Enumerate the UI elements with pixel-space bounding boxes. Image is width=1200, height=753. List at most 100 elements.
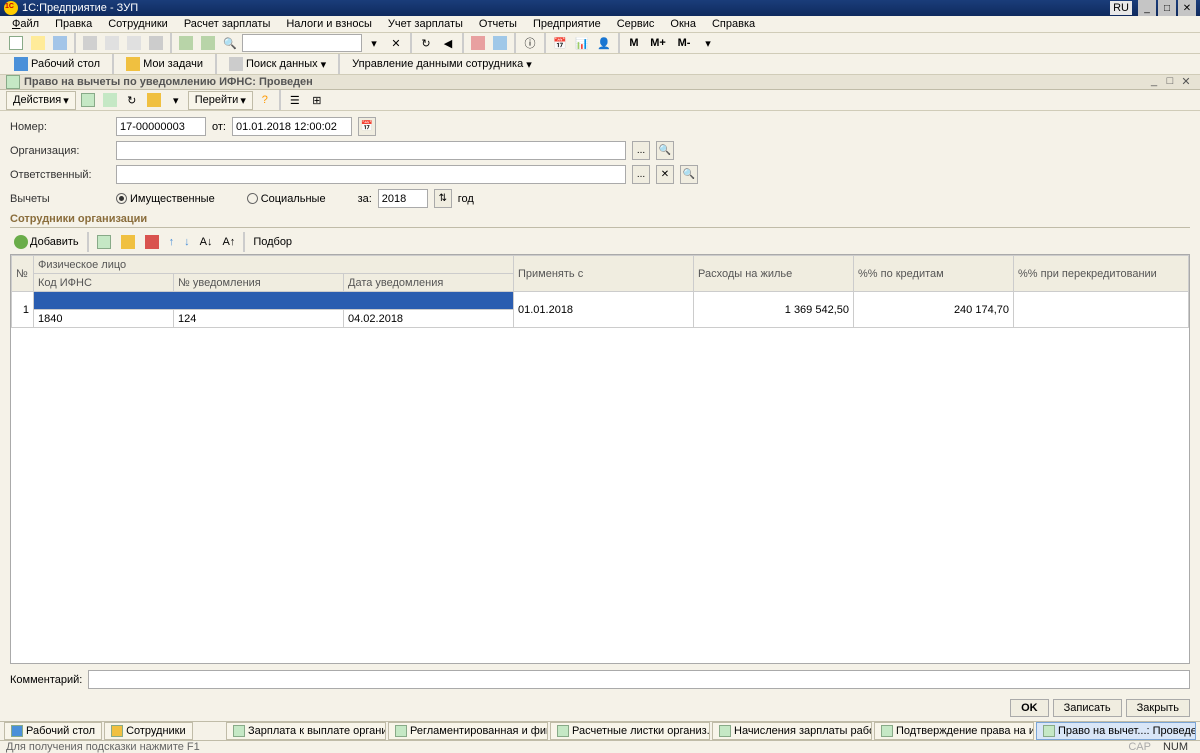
cell-apply-from[interactable]: 01.01.2018 [514,292,694,328]
back-icon[interactable]: ◀ [438,33,458,53]
expand-icon[interactable]: ⊞ [307,90,327,110]
move-down-icon[interactable]: ↓ [180,234,194,250]
comment-field[interactable] [88,670,1190,689]
col-housing[interactable]: Расходы на жилье [694,256,854,292]
menu-reports[interactable]: Отчеты [473,16,523,32]
date-field[interactable]: 01.01.2018 12:00:02 [232,117,352,136]
year-spinner-icon[interactable]: ⇅ [434,189,452,208]
task-regulated[interactable]: Регламентированная и фин... [388,722,548,740]
paste-icon[interactable] [124,33,144,53]
doc-minimize-button[interactable]: _ [1146,75,1162,89]
goto-button[interactable]: Перейти▾ [188,91,253,110]
select-button[interactable]: Подбор [249,234,296,250]
cell-notif-num[interactable]: 124 [174,310,344,328]
close-button[interactable]: Закрыть [1126,699,1190,717]
sort-asc-icon[interactable]: A↓ [196,234,217,250]
number-field[interactable]: 17-00000003 [116,117,206,136]
copy-icon[interactable] [102,33,122,53]
user-icon[interactable]: 👤 [594,33,614,53]
search-dropdown-icon[interactable]: ▾ [364,33,384,53]
menu-accounting[interactable]: Учет зарплаты [382,16,469,32]
save-button[interactable]: Записать [1053,699,1122,717]
table-row[interactable]: 1 01.01.2018 1 369 542,50 240 174,70 [12,292,1189,310]
col-notif-num[interactable]: № уведомления [174,274,344,292]
menu-windows[interactable]: Окна [664,16,702,32]
edit-row-icon[interactable] [117,233,139,251]
col-recredit-pct[interactable]: %% при перекредитовании [1014,256,1189,292]
new-icon[interactable] [6,33,26,53]
minimize-button[interactable]: _ [1138,0,1156,16]
menu-salary[interactable]: Расчет зарплаты [178,16,277,32]
cell-notif-date[interactable]: 04.02.2018 [344,310,514,328]
col-ifns-code[interactable]: Код ИФНС [34,274,174,292]
ok-button[interactable]: OK [1010,699,1049,717]
menu-service[interactable]: Сервис [611,16,661,32]
move-up-icon[interactable]: ↑ [165,234,179,250]
menu-edit[interactable]: Правка [49,16,98,32]
close-search-icon[interactable]: ✕ [386,33,406,53]
memory-mminus[interactable]: M- [672,33,696,53]
radio-property[interactable]: Имущественные [116,193,215,205]
restore-button[interactable]: □ [1158,0,1176,16]
col-credit-pct[interactable]: %% по кредитам [854,256,1014,292]
close-button[interactable]: ✕ [1178,0,1196,16]
language-indicator[interactable]: RU [1110,1,1132,15]
actions-button[interactable]: Действия▾ [6,91,76,110]
tree-icon[interactable]: ▾ [166,90,186,110]
col-apply-from[interactable]: Применять с [514,256,694,292]
save-doc-icon[interactable] [100,90,120,110]
memory-m[interactable]: M [624,33,644,53]
cell-recredit-pct[interactable] [1014,292,1189,328]
panel1-icon[interactable] [468,33,488,53]
refresh-doc-icon[interactable]: ↻ [122,90,142,110]
menu-file[interactable]: Файл [6,16,45,32]
delete-row-icon[interactable] [141,233,163,251]
task-confirmation[interactable]: Подтверждение права на и... [874,722,1034,740]
add-row-button[interactable]: Добавить [10,233,83,251]
menu-employees[interactable]: Сотрудники [102,16,174,32]
task-desktop[interactable]: Рабочий стол [4,722,102,740]
doc-close-button[interactable]: ✕ [1178,75,1194,89]
panel2-icon[interactable] [490,33,510,53]
toolbar-search-input[interactable] [242,34,362,52]
copy-row-icon[interactable] [93,233,115,251]
task-payroll[interactable]: Зарплата к выплате органи... [226,722,386,740]
col-person[interactable]: Физическое лицо [34,256,514,274]
cell-credit-pct[interactable]: 240 174,70 [854,292,1014,328]
cell-housing[interactable]: 1 369 542,50 [694,292,854,328]
responsible-search-icon[interactable]: 🔍 [680,165,698,184]
post-icon[interactable] [78,90,98,110]
responsible-select-button[interactable]: ... [632,165,650,184]
tab-employee-data[interactable]: Управление данными сотрудника▾ [344,55,540,74]
list-icon[interactable]: ☰ [285,90,305,110]
col-num[interactable]: № [12,256,34,292]
task-deduction-right[interactable]: Право на вычет...: Проведен [1036,722,1196,740]
undo-icon[interactable] [176,33,196,53]
radio-social[interactable]: Социальные [247,193,326,205]
tab-search[interactable]: Поиск данных▾ [221,54,334,74]
responsible-field[interactable] [116,165,626,184]
cell-person[interactable] [34,292,514,310]
tool-dropdown-icon[interactable]: ▾ [698,33,718,53]
task-payslips[interactable]: Расчетные листки организ... [550,722,710,740]
task-accruals[interactable]: Начисления зарплаты рабо... [712,722,872,740]
org-field[interactable] [116,141,626,160]
structure-icon[interactable] [144,90,164,110]
responsible-clear-icon[interactable]: ✕ [656,165,674,184]
save-icon[interactable] [50,33,70,53]
calendar-icon[interactable]: 📊 [572,33,592,53]
task-employees[interactable]: Сотрудники [104,722,193,740]
doc-restore-button[interactable]: □ [1162,75,1178,89]
org-select-button[interactable]: ... [632,141,650,160]
year-field[interactable]: 2018 [378,189,428,208]
memory-mplus[interactable]: M+ [646,33,670,53]
cut-icon[interactable] [80,33,100,53]
calendar-picker-icon[interactable]: 📅 [358,117,376,136]
tab-desktop[interactable]: Рабочий стол [6,54,108,74]
open-icon[interactable] [28,33,48,53]
calc-icon[interactable]: 📅 [550,33,570,53]
menu-taxes[interactable]: Налоги и взносы [280,16,378,32]
employees-grid[interactable]: № Физическое лицо Применять с Расходы на… [10,254,1190,664]
tab-tasks[interactable]: Мои задачи [118,54,211,74]
menu-help[interactable]: Справка [706,16,761,32]
